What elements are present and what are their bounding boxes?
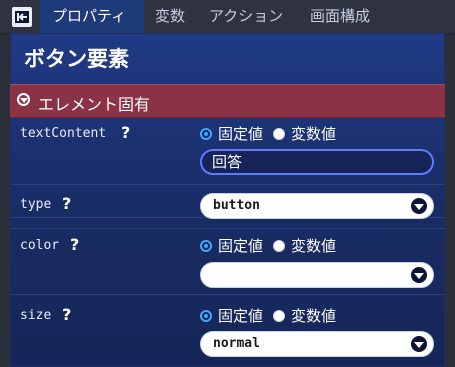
radio-fixed-value[interactable] (200, 239, 212, 252)
tab-properties[interactable]: プロパティ (40, 0, 144, 33)
value-mode-radio-group: 固定値 変数値 (200, 123, 336, 144)
radio-fixed-value[interactable] (200, 127, 212, 140)
field-label: textContent (20, 126, 107, 141)
help-icon[interactable]: ? (62, 305, 71, 324)
radio-variable-value[interactable] (273, 239, 286, 252)
tab-variables[interactable]: 変数 (155, 0, 185, 33)
textcontent-input[interactable]: 回答 (200, 149, 434, 175)
collapse-toggle-icon[interactable] (17, 93, 30, 106)
value-mode-radio-group: 固定値 変数値 (200, 305, 336, 326)
field-label: color (20, 238, 60, 253)
section-header-element-specific[interactable]: エレメント固有 (10, 84, 445, 118)
tab-screen-structure[interactable]: 画面構成 (310, 0, 370, 33)
field-label: size (20, 308, 52, 323)
field-row-size: size ? 固定値 変数値 normal (10, 296, 445, 367)
radio-variable-value[interactable] (273, 309, 286, 322)
section-label: エレメント固有 (38, 95, 151, 114)
radio-fixed-label: 固定値 (218, 307, 264, 325)
type-select-value: button (213, 198, 260, 213)
radio-variable-label: 変数値 (291, 125, 337, 143)
color-select[interactable] (200, 262, 434, 288)
value-mode-radio-group: 固定値 変数値 (200, 235, 336, 256)
panel-toggle-icon[interactable] (12, 7, 32, 27)
radio-variable-value[interactable] (273, 127, 286, 140)
tab-bar: プロパティ 変数 アクション 画面構成 (0, 0, 455, 33)
help-icon[interactable]: ? (70, 235, 79, 254)
radio-fixed-value[interactable] (200, 309, 212, 322)
field-row-color: color ? 固定値 変数値 (10, 228, 445, 295)
chevron-down-icon (411, 267, 427, 283)
radio-variable-label: 変数値 (291, 307, 337, 325)
radio-variable-label: 変数値 (291, 237, 337, 255)
radio-fixed-label: 固定値 (218, 237, 264, 255)
radio-fixed-label: 固定値 (218, 125, 264, 143)
panel-title: ボタン要素 (24, 47, 129, 71)
help-icon[interactable]: ? (121, 123, 130, 142)
size-select[interactable]: normal (200, 331, 434, 357)
textcontent-value: 回答 (212, 153, 243, 171)
tab-actions[interactable]: アクション (209, 0, 283, 33)
size-select-value: normal (213, 336, 260, 351)
type-select[interactable]: button (200, 193, 434, 219)
help-icon[interactable]: ? (62, 194, 71, 213)
field-label: type (20, 197, 52, 212)
chevron-down-icon (411, 198, 427, 214)
properties-panel: ボタン要素 エレメント固有 textContent ? 固定値 変数値 回答 t… (10, 33, 445, 367)
chevron-down-icon (411, 336, 427, 352)
field-row-type: type ? button (10, 184, 445, 229)
